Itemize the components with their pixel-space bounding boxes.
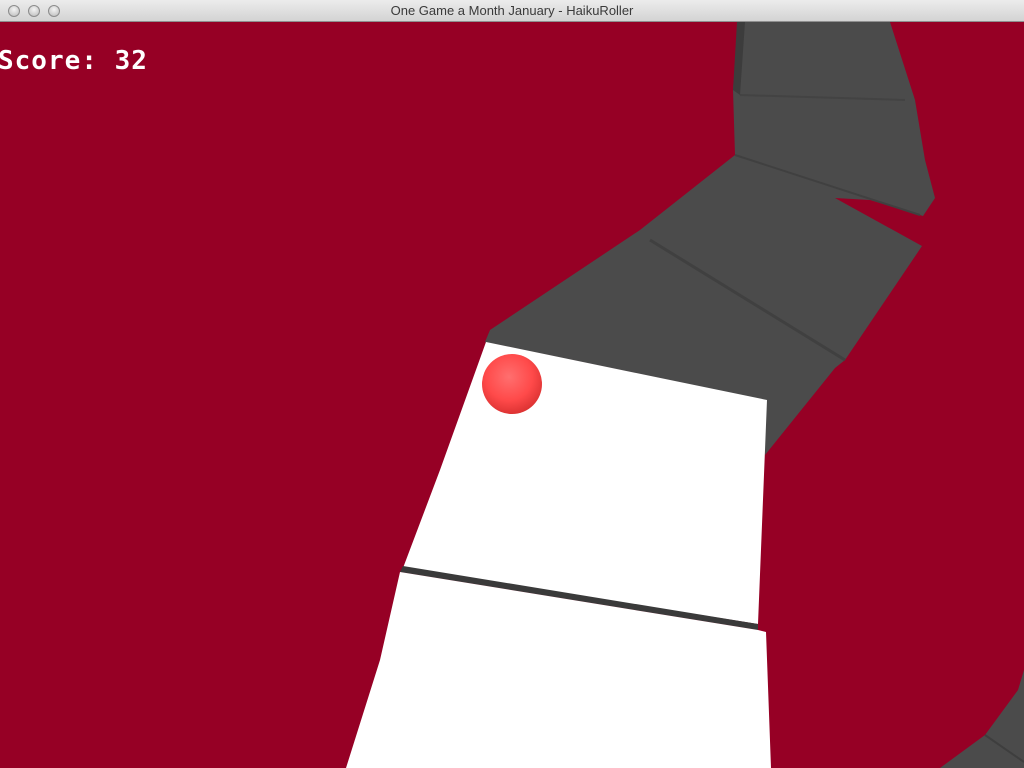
game-canvas[interactable]: Score: 32 bbox=[0, 22, 1024, 768]
player-ball bbox=[482, 354, 542, 414]
title-bar: One Game a Month January - HaikuRoller bbox=[0, 0, 1024, 22]
score-value: 32 bbox=[114, 46, 148, 76]
game-scene bbox=[0, 22, 1024, 768]
window-title: One Game a Month January - HaikuRoller bbox=[390, 3, 634, 18]
score-label: Score: bbox=[0, 46, 98, 76]
score-display: Score: 32 bbox=[0, 46, 148, 76]
game-window: One Game a Month January - HaikuRoller S… bbox=[0, 0, 1024, 768]
